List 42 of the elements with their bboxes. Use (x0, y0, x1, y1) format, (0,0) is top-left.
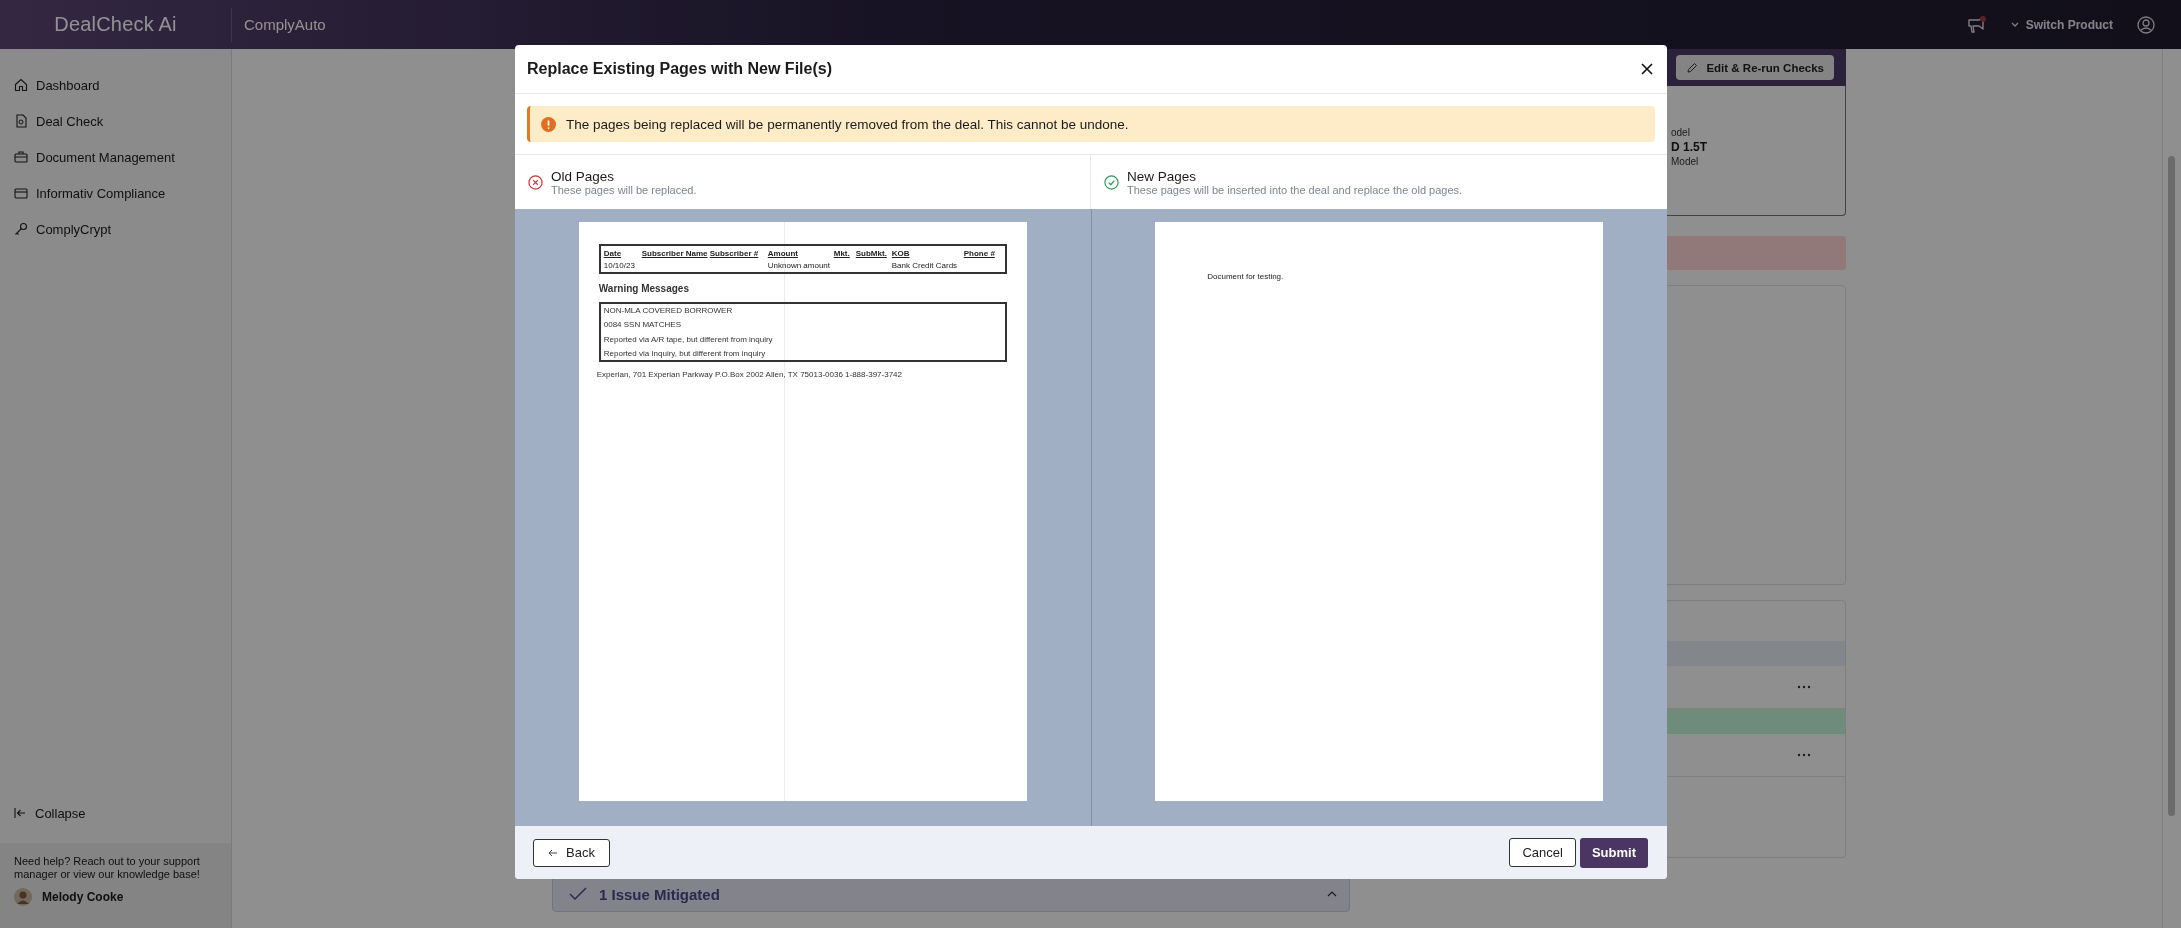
sidebar-item[interactable]: Dashboard (0, 67, 231, 103)
table-header: Phone # (963, 248, 995, 258)
column-subtitle: These pages will be replaced. (551, 183, 697, 196)
section-title: Warning Messages (598, 283, 690, 294)
sidebar-item[interactable]: ComplyCrypt (0, 211, 231, 247)
table-cell: 10/10/23 (603, 260, 635, 270)
warning-text: The pages being replaced will be permanently removed from the deal. This cannot be undone. (566, 116, 1129, 132)
table-header: Mkt. (833, 248, 850, 258)
sidebar-item[interactable]: Informativ Compliance (0, 175, 231, 211)
user-name: Melody Cooke (42, 890, 124, 904)
collapse-button[interactable]: Collapse (0, 797, 231, 829)
app-logo[interactable]: DealCheck Ai (54, 13, 177, 36)
cancel-button[interactable]: Cancel (1509, 837, 1576, 867)
vehicle-field: odel (1671, 126, 1845, 139)
table-header: SubMkt. (855, 248, 887, 258)
document-text: Document for testing. (1207, 272, 1285, 281)
table-header: Date (603, 248, 622, 258)
table-header: Subscriber # (709, 248, 759, 258)
column-title: Old Pages (551, 168, 616, 184)
edit-rerun-button[interactable]: Edit & Re-run Checks (1676, 55, 1834, 80)
product-name: ComplyAuto (244, 16, 326, 33)
sidebar-item[interactable]: Deal Check (0, 103, 231, 139)
table-cell: Bank Credit Cards (891, 260, 958, 270)
warning-message: 0084 SSN MATCHES (603, 320, 682, 330)
switch-product-button[interactable]: Switch Product (2010, 17, 2113, 32)
warning-message: NON-MLA COVERED BORROWER (603, 306, 734, 315)
dialog-title: Replace Existing Pages with New File(s) (527, 60, 832, 78)
table-header: Amount (767, 248, 798, 258)
submit-button[interactable]: Submit (1579, 837, 1648, 868)
column-title: New Pages (1127, 168, 1198, 184)
document-footer: Experian, 701 Experian Parkway P.O.Box 2002 Allen, TX 75013-0036 1-888-397-3742 (596, 370, 1027, 379)
warning-message: Reported via A/R tape, but different from inquiry (603, 334, 774, 344)
table-header: KOB (891, 248, 910, 258)
warning-message: Reported via Inquiry, but different from inquiry (603, 349, 767, 358)
table-cell: Unknown amount (767, 260, 830, 270)
vehicle-field: D 1.5T (1671, 139, 1845, 155)
column-subtitle: These pages will be inserted into the deal and replace the old pages. (1127, 183, 1463, 196)
help-text: Need help? Reach out to your support manager or view our knowledge base! (14, 855, 201, 881)
table-header: Subscriber Name (641, 248, 708, 258)
vehicle-field: Model (1671, 155, 1845, 168)
back-button[interactable]: Back (533, 838, 610, 867)
sidebar-item[interactable]: Document Management (0, 139, 231, 175)
